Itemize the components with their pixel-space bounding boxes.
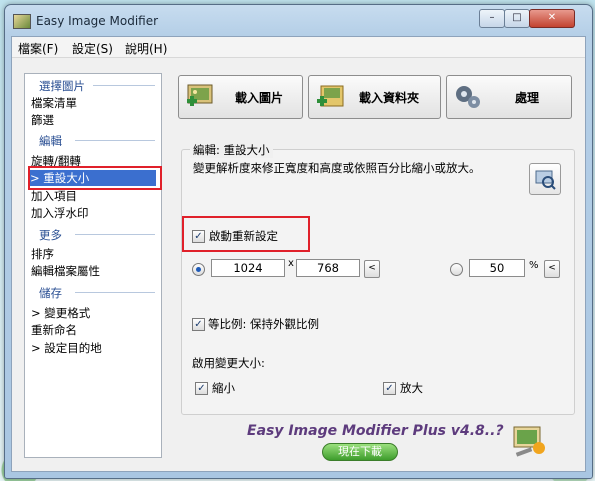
keep-ratio-checkbox[interactable]: ✓ (192, 318, 205, 331)
percent-sign: % (529, 260, 539, 271)
sidebar-item-change-format[interactable]: > 變更格式 (31, 305, 90, 321)
section-more: 更多 (25, 227, 161, 242)
percent-reset-button[interactable]: < (544, 260, 560, 278)
section-save: 儲存 (25, 285, 161, 300)
shrink-checkbox[interactable]: ✓ (195, 382, 208, 395)
section-select-images: 選擇圖片 (25, 78, 161, 93)
enlarge-checkbox[interactable]: ✓ (383, 382, 396, 395)
sidebar-item-file-list[interactable]: 檔案清單 (31, 95, 77, 111)
panel-title: 編輯: 重設大小 (190, 142, 273, 158)
app-icon (13, 14, 31, 29)
sidebar-item-set-destination[interactable]: > 設定目的地 (31, 340, 102, 356)
photo-tools-icon (513, 426, 545, 457)
folder-add-icon (317, 85, 344, 107)
app-window: Easy Image Modifier – □ ✕ 檔案(F) 設定(S) 說明… (4, 4, 593, 479)
keep-ratio-label: 等比例: 保持外觀比例 (208, 317, 320, 331)
load-images-label: 載入圖片 (235, 91, 284, 105)
menu-bar: 檔案(F) 設定(S) 說明(H) (12, 37, 585, 58)
title-bar[interactable]: Easy Image Modifier – □ ✕ (5, 5, 592, 37)
swap-dimensions-button[interactable]: < (364, 260, 380, 278)
sidebar-item-add-watermark[interactable]: 加入浮水印 (31, 205, 89, 221)
enable-resize-label: 啟動重新設定 (209, 229, 278, 243)
sidebar-item-rename[interactable]: 重新命名 (31, 322, 77, 338)
times-symbol: x (288, 258, 294, 269)
sidebar-item-filter[interactable]: 篩選 (31, 112, 54, 128)
menu-help[interactable]: 說明(H) (125, 40, 167, 57)
close-button[interactable]: ✕ (529, 9, 575, 28)
highlight-box-resize (28, 166, 162, 190)
load-folder-button[interactable]: 載入資料夾 (308, 75, 441, 119)
shrink-label: 縮小 (212, 381, 235, 395)
download-now-button[interactable]: 現在下載 (322, 443, 398, 461)
enable-change-size-label: 啟用變更大小: (192, 356, 265, 370)
section-edit: 編輯 (25, 133, 161, 148)
promo-text[interactable]: Easy Image Modifier Plus v4.8..? (247, 423, 504, 439)
enable-resize-checkbox[interactable]: ✓ (192, 230, 205, 243)
client-area: 檔案(F) 設定(S) 說明(H) 選擇圖片 檔案清單 篩選 編輯 旋轉/翻轉 … (11, 36, 586, 472)
resolution-radio[interactable] (192, 263, 205, 276)
load-folder-label: 載入資料夾 (359, 91, 420, 105)
sidebar-item-sort[interactable]: 排序 (31, 246, 54, 262)
magnifier-preview-icon (535, 170, 556, 190)
menu-settings[interactable]: 設定(S) (72, 40, 113, 57)
resize-panel (181, 149, 575, 415)
sidebar-item-file-properties[interactable]: 編輯檔案屬性 (31, 263, 100, 279)
enlarge-label: 放大 (400, 381, 423, 395)
width-input[interactable] (211, 259, 285, 277)
gears-icon (456, 86, 480, 108)
image-add-icon (187, 84, 213, 106)
process-label: 處理 (515, 91, 540, 105)
preview-button[interactable] (529, 163, 561, 195)
menu-file[interactable]: 檔案(F) (18, 40, 58, 57)
maximize-button[interactable]: □ (504, 9, 530, 28)
percent-input[interactable] (469, 259, 525, 277)
process-button[interactable]: 處理 (446, 75, 572, 119)
height-input[interactable] (296, 259, 360, 277)
panel-description: 變更解析度來修正寬度和高度或依照百分比縮小或放大。 (193, 161, 481, 175)
sidebar: 選擇圖片 檔案清單 篩選 編輯 旋轉/翻轉 > 重設大小 加入項目 加入浮水印 … (24, 73, 162, 458)
window-title: Easy Image Modifier (36, 14, 159, 28)
percent-radio[interactable] (450, 263, 463, 276)
sidebar-item-add-item[interactable]: 加入項目 (31, 188, 77, 204)
load-images-button[interactable]: 載入圖片 (178, 75, 303, 119)
minimize-button[interactable]: – (479, 9, 505, 28)
